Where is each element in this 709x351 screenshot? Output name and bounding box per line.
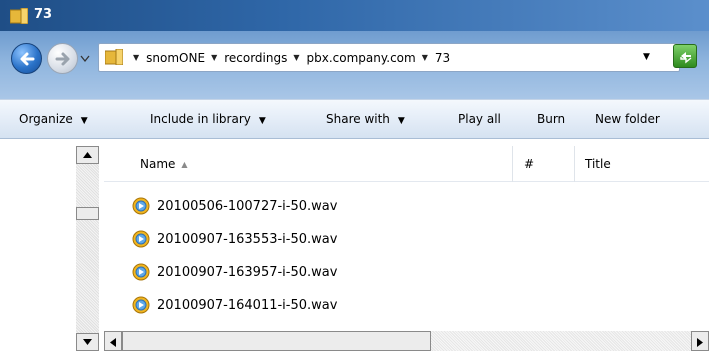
audio-file-icon [132, 197, 150, 215]
navigation-pane-scrollbar[interactable] [76, 146, 99, 351]
column-header-title[interactable]: Title [585, 146, 611, 182]
share-with-button[interactable]: Share with ▼ [326, 112, 405, 126]
chevron-down-icon: ▼ [258, 116, 266, 126]
back-button[interactable] [11, 43, 42, 74]
include-in-library-button[interactable]: Include in library ▼ [150, 112, 266, 126]
triangle-right-icon [697, 338, 703, 347]
chevron-down-icon: ▼ [80, 116, 88, 126]
scrollbar-thumb[interactable] [122, 331, 431, 351]
arrow-right-icon [55, 52, 70, 66]
navigation-pane [0, 139, 104, 351]
address-bar[interactable]: ▼ snomONE ▼ recordings ▼ pbx.company.com… [98, 43, 680, 72]
file-name: 20100907-163553-i-50.wav [157, 232, 338, 247]
new-folder-button[interactable]: New folder [595, 112, 660, 126]
organize-label: Organize [19, 112, 73, 126]
scroll-left-button[interactable] [104, 331, 122, 351]
breadcrumb-item-recordings[interactable]: recordings [224, 51, 287, 65]
file-row[interactable]: 20100907-164011-i-50.wav [104, 289, 534, 323]
include-in-library-label: Include in library [150, 112, 251, 126]
navigation-bar: ▼ snomONE ▼ recordings ▼ pbx.company.com… [0, 31, 709, 99]
breadcrumb-item-73[interactable]: 73 [435, 51, 450, 65]
recent-pages-dropdown-icon[interactable] [80, 55, 90, 63]
file-row[interactable]: 20100506-100727-i-50.wav [104, 190, 534, 224]
audio-file-icon [132, 296, 150, 314]
column-divider[interactable] [574, 146, 575, 182]
breadcrumb-item-snomone[interactable]: snomONE [146, 51, 205, 65]
burn-button[interactable]: Burn [537, 112, 565, 126]
audio-file-icon [132, 263, 150, 281]
column-header-name-label: Name [140, 157, 176, 171]
column-header-row: Name ▲ # Title [104, 146, 709, 182]
chevron-down-icon: ▼ [397, 116, 405, 126]
address-dropdown-icon[interactable]: ▼ [643, 52, 650, 62]
horizontal-scrollbar[interactable] [104, 331, 709, 351]
folder-icon [105, 49, 123, 65]
forward-button[interactable] [47, 43, 78, 74]
breadcrumb-separator-icon[interactable]: ▼ [293, 53, 299, 62]
scroll-down-button[interactable] [76, 333, 99, 351]
file-name: 20100907-163957-i-50.wav [157, 265, 338, 280]
triangle-down-icon [83, 339, 92, 345]
triangle-up-icon [83, 152, 92, 158]
file-row[interactable]: 20100907-163957-i-50.wav [104, 256, 534, 290]
refresh-button[interactable] [673, 44, 697, 68]
column-header-number[interactable]: # [524, 146, 534, 182]
scroll-up-button[interactable] [76, 146, 99, 164]
column-divider[interactable] [512, 146, 513, 182]
arrow-left-icon [20, 52, 35, 66]
scrollbar-thumb[interactable] [76, 207, 99, 220]
audio-file-icon [132, 230, 150, 248]
organize-button[interactable]: Organize ▼ [19, 112, 88, 126]
play-all-button[interactable]: Play all [458, 112, 501, 126]
breadcrumb-item-pbx[interactable]: pbx.company.com [307, 51, 416, 65]
command-bar: Organize ▼ Include in library ▼ Share with… [0, 99, 709, 139]
triangle-left-icon [110, 338, 116, 347]
title-bar[interactable]: 73 [0, 0, 709, 31]
file-row[interactable]: 20100907-163553-i-50.wav [104, 223, 534, 257]
breadcrumb-separator-icon[interactable]: ▼ [211, 53, 217, 62]
breadcrumb-separator-icon[interactable]: ▼ [133, 53, 139, 62]
refresh-icon [680, 52, 692, 64]
folder-icon [10, 8, 28, 24]
share-with-label: Share with [326, 112, 390, 126]
file-name: 20100506-100727-i-50.wav [157, 199, 338, 214]
file-name: 20100907-164011-i-50.wav [157, 298, 338, 313]
scroll-right-button[interactable] [691, 331, 709, 351]
column-header-name[interactable]: Name ▲ [140, 146, 188, 182]
sort-ascending-icon: ▲ [181, 159, 188, 169]
window-title: 73 [34, 7, 53, 22]
breadcrumb-separator-icon[interactable]: ▼ [422, 53, 428, 62]
content-area: Name ▲ # Title 20100506-100727-i-50.wav … [0, 139, 709, 351]
breadcrumb: ▼ snomONE ▼ recordings ▼ pbx.company.com… [129, 44, 450, 71]
